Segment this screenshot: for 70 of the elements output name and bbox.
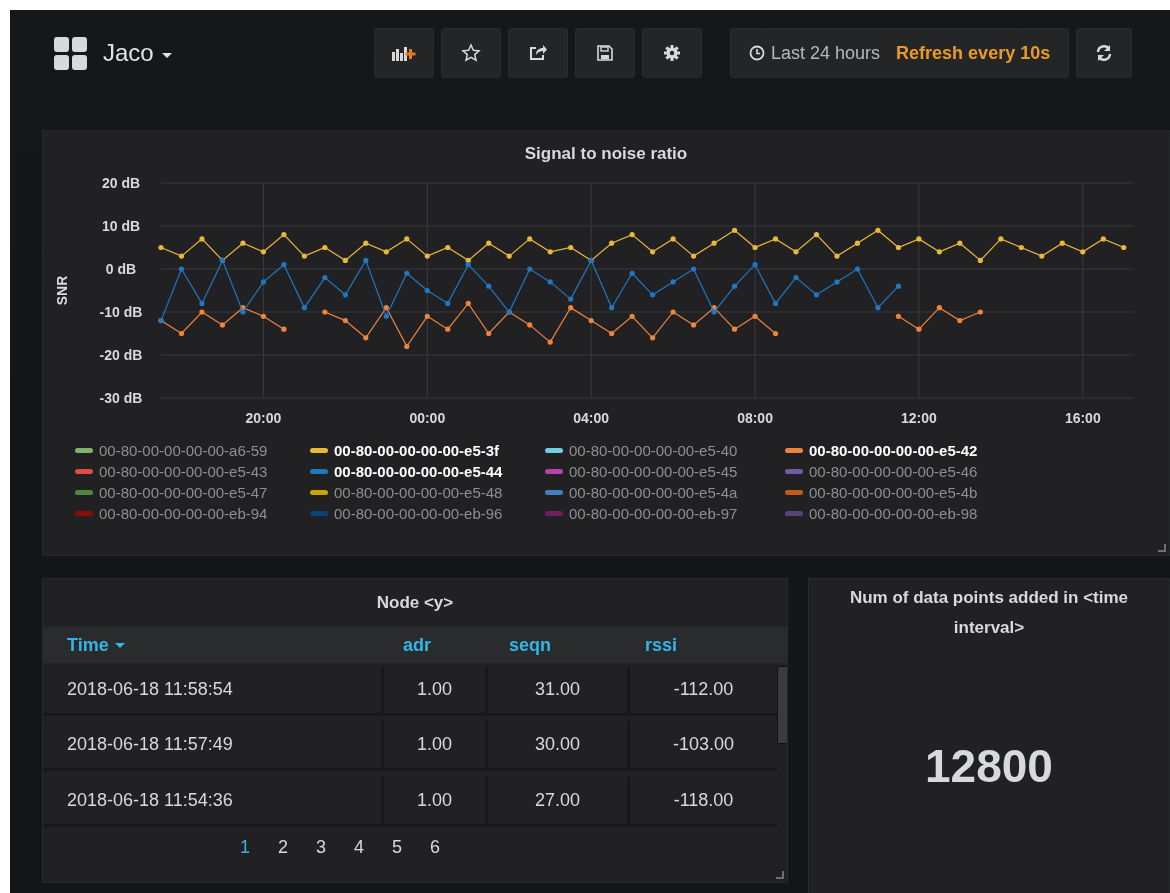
legend-label[interactable]: 00-80-00-00-00-00-e5-4a (569, 484, 738, 501)
axis-tick-label: 0 dB (105, 261, 137, 277)
legend-label[interactable]: 00-80-00-00-00-00-e5-43 (99, 463, 268, 480)
page-link[interactable]: 3 (312, 837, 330, 858)
table-cell: 1.00 (381, 776, 485, 827)
dashboard-title[interactable]: Jaco (103, 39, 172, 67)
gear-icon (663, 44, 681, 62)
panel-title: Num of data points added in <time interval> (848, 587, 1130, 639)
bar-chart-plus-icon (391, 44, 417, 62)
refresh-button[interactable] (1076, 28, 1133, 78)
legend-label[interactable]: 00-80-00-00-00-00-eb-94 (99, 505, 268, 522)
page-link[interactable]: 5 (388, 837, 407, 858)
axis-tick-label: 08:00 (737, 410, 773, 426)
star-icon (461, 43, 481, 63)
resize-handle-icon[interactable] (1158, 544, 1166, 552)
add-panel-button[interactable] (374, 28, 434, 78)
stat-value: 12800 (924, 739, 1054, 793)
axis-tick-label: -30 dB (99, 390, 143, 406)
table-cell: 27.00 (485, 776, 627, 827)
axis-tick-label: 20:00 (245, 410, 282, 426)
panel-title: Node <y> (375, 592, 455, 614)
axis-tick-label: 00:00 (409, 410, 446, 426)
axis-tick-label: -20 dB (99, 347, 143, 363)
page-link[interactable]: 1 (235, 837, 254, 858)
legend-label[interactable]: 00-80-00-00-00-00-e5-42 (809, 442, 978, 459)
legend-label[interactable]: 00-80-00-00-00-00-eb-97 (569, 505, 738, 522)
page-link[interactable]: 4 (350, 837, 368, 858)
column-header[interactable]: Time (43, 634, 381, 656)
caret-icon (161, 52, 172, 58)
save-button[interactable] (575, 28, 635, 78)
star-button[interactable] (441, 28, 501, 78)
table-cell: -103.00 (627, 721, 777, 772)
column-header[interactable]: rssi (627, 634, 777, 656)
axis-tick-label: 16:00 (1064, 410, 1101, 426)
legend-label[interactable]: 00-80-00-00-00-00-e5-3f (334, 442, 500, 459)
axis-title: SNR (54, 275, 70, 306)
axis-tick-label: 10 dB (101, 218, 141, 234)
legend-label[interactable]: 00-80-00-00-00-00-e5-46 (809, 463, 978, 480)
legend-label[interactable]: 00-80-00-00-00-00-a6-59 (99, 442, 268, 459)
legend-label[interactable]: 00-80-00-00-00-00-e5-44 (334, 463, 503, 480)
column-header[interactable]: adr (381, 634, 485, 656)
table-cell: 31.00 (485, 666, 627, 716)
table-cell: 1.00 (381, 721, 485, 772)
scrollbar-thumb[interactable] (777, 666, 787, 744)
table-cell: 1.00 (381, 666, 485, 716)
resize-handle-icon[interactable] (776, 871, 784, 879)
legend-label[interactable]: 00-80-00-00-00-00-e5-48 (334, 484, 503, 501)
share-button[interactable] (508, 28, 568, 78)
column-header[interactable]: seqn (485, 634, 627, 656)
axis-tick-label: 20 dB (101, 175, 141, 191)
axis-tick-label: -10 dB (99, 304, 143, 320)
time-range-picker[interactable]: Last 24 hours Refresh every 10s (730, 28, 1070, 78)
axis-tick-label: 12:00 (901, 410, 937, 426)
share-icon (528, 43, 548, 63)
clock-icon (749, 45, 765, 61)
legend-label[interactable]: 00-80-00-00-00-00-eb-98 (809, 505, 978, 522)
table-cell: 30.00 (485, 721, 627, 772)
table-cell: -112.00 (627, 666, 777, 716)
panel-title: Signal to noise ratio (523, 143, 689, 165)
axis-tick-label: 04:00 (573, 410, 610, 426)
page-link[interactable]: 2 (273, 837, 292, 858)
legend-label[interactable]: 00-80-00-00-00-00-e5-47 (99, 484, 268, 501)
legend-label[interactable]: 00-80-00-00-00-00-e5-45 (569, 463, 738, 480)
settings-button[interactable] (642, 28, 702, 78)
page-link[interactable]: 6 (426, 837, 445, 858)
legend-label[interactable]: 00-80-00-00-00-00-e5-4b (809, 484, 978, 501)
legend-label[interactable]: 00-80-00-00-00-00-e5-40 (569, 442, 738, 459)
legend-label[interactable]: 00-80-00-00-00-00-eb-96 (334, 505, 503, 522)
table-cell: -118.00 (627, 776, 777, 827)
dashboard-grid-icon[interactable] (54, 36, 87, 70)
